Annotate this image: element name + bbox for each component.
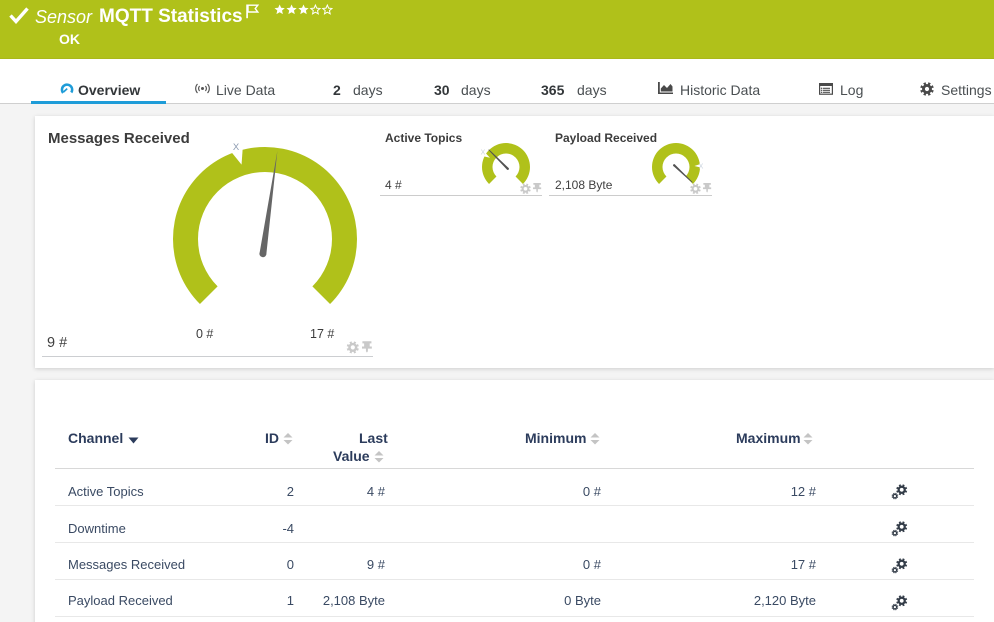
svg-text:X: X bbox=[481, 150, 486, 157]
svg-text:X: X bbox=[699, 164, 704, 171]
svg-text:X: X bbox=[233, 142, 240, 153]
